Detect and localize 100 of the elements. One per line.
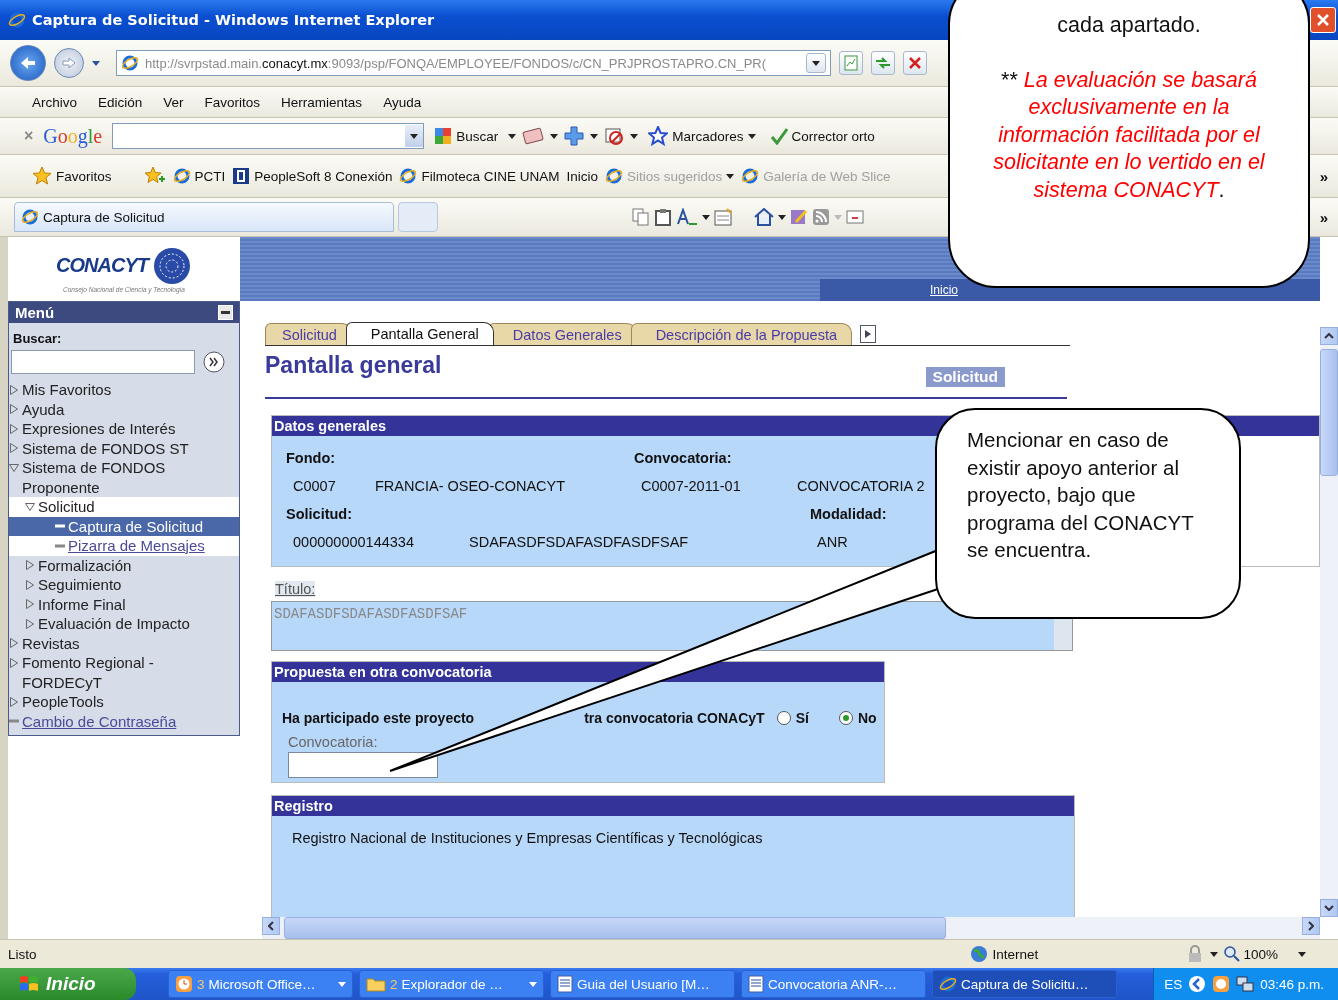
radio-button[interactable] bbox=[776, 711, 791, 725]
expand-arrow-icon[interactable] bbox=[9, 443, 19, 453]
page-tab[interactable]: Pantalla General bbox=[345, 322, 494, 345]
favorite-link[interactable]: PCTI bbox=[194, 168, 226, 184]
close-button[interactable] bbox=[1310, 7, 1336, 33]
note-icon[interactable] bbox=[714, 208, 732, 226]
expand-arrow-icon[interactable] bbox=[9, 384, 19, 395]
menu-bar-item[interactable]: Ver bbox=[163, 94, 184, 110]
taskbar-button[interactable]: Guia del Usuario [M… bbox=[550, 970, 735, 998]
menu-item[interactable]: Sistema de FONDOS Proponente bbox=[22, 458, 233, 497]
address-field[interactable]: http://svrpstad.main.conacyt.mx:9093/psp/FONQA/EMPLOYEE/FONDOS/c/CN_PRJPROSTAPRO.CN_PR( bbox=[116, 50, 831, 76]
expand-arrow-icon[interactable] bbox=[9, 657, 19, 668]
collapse-arrow-icon[interactable] bbox=[25, 501, 35, 512]
favorites-button[interactable]: Favoritos bbox=[28, 166, 116, 186]
expand-arrow-icon[interactable] bbox=[9, 696, 19, 707]
zoom-button[interactable]: 100% bbox=[1224, 946, 1306, 962]
expand-arrow-icon[interactable] bbox=[9, 423, 19, 434]
scroll-up-button[interactable] bbox=[1320, 327, 1338, 345]
question-text: Ha participado este proyecto bbox=[282, 710, 475, 726]
scroll-down-button[interactable] bbox=[1320, 899, 1338, 917]
expand-arrow-icon[interactable] bbox=[25, 599, 35, 609]
browser-tab[interactable]: Captura de Solicitud bbox=[14, 202, 394, 232]
menu-bar-item[interactable]: Herramientas bbox=[281, 94, 363, 110]
menu-item[interactable]: Mis Favoritos bbox=[22, 380, 112, 400]
edit-icon[interactable] bbox=[790, 208, 808, 226]
page-tab[interactable]: Descripción de la Propuesta bbox=[630, 323, 852, 345]
page-icon bbox=[172, 167, 191, 185]
menu-item[interactable]: Formalización bbox=[38, 555, 132, 575]
favorite-link[interactable]: PeopleSoft 8 Conexión bbox=[254, 168, 393, 184]
menu-bar-item[interactable]: Favoritos bbox=[204, 94, 261, 110]
radio-button[interactable] bbox=[838, 711, 853, 725]
collapse-arrow-icon[interactable] bbox=[9, 462, 19, 473]
mail-icon[interactable] bbox=[846, 210, 864, 224]
collapse-menu-button[interactable] bbox=[218, 305, 233, 320]
menu-bar-item[interactable]: Ayuda bbox=[383, 94, 422, 110]
search-button[interactable]: Buscar bbox=[430, 127, 503, 145]
reminder-icon[interactable] bbox=[1212, 975, 1231, 993]
call-input-field[interactable] bbox=[288, 752, 438, 778]
more-links-button[interactable]: » bbox=[1319, 167, 1328, 185]
dropdown-caret-icon bbox=[529, 981, 537, 987]
compatibility-button[interactable] bbox=[839, 51, 863, 75]
favorite-link[interactable]: Filmoteca CINE UNAM bbox=[421, 168, 560, 184]
menu-item[interactable]: Expresiones de Interés bbox=[22, 419, 176, 439]
tray-expand-icon[interactable] bbox=[1188, 975, 1207, 993]
spellcheck-button[interactable]: Corrector orto bbox=[765, 127, 879, 145]
taskbar-button[interactable]: Captura de Solicitu… bbox=[932, 970, 1117, 998]
blocked-icon[interactable] bbox=[604, 126, 625, 146]
horizontal-scrollbar[interactable] bbox=[262, 917, 1320, 939]
expand-arrow-icon[interactable] bbox=[25, 618, 35, 629]
plus-icon[interactable] bbox=[564, 126, 585, 146]
forward-button[interactable] bbox=[54, 48, 84, 78]
expand-arrow-icon[interactable] bbox=[9, 404, 19, 414]
card-icon[interactable] bbox=[522, 127, 545, 145]
menu-item[interactable]: Revistas bbox=[22, 633, 80, 653]
refresh-button[interactable] bbox=[871, 51, 895, 75]
search-go-button[interactable] bbox=[203, 351, 225, 373]
back-button[interactable] bbox=[10, 45, 46, 81]
menu-bar-item[interactable]: Edición bbox=[98, 94, 143, 110]
more-tools-button[interactable]: » bbox=[1319, 208, 1328, 226]
globe-logo-icon bbox=[151, 245, 192, 286]
clipboard-icon[interactable] bbox=[654, 208, 672, 226]
menu-item[interactable]: Fomento Regional - FORDECyT bbox=[22, 653, 233, 692]
address-dropdown-button[interactable] bbox=[806, 53, 826, 73]
stop-button[interactable] bbox=[903, 51, 927, 75]
taskbar-button[interactable]: 2 Explorador de … bbox=[359, 970, 544, 998]
browser-icon bbox=[8, 11, 26, 29]
expand-arrow-icon[interactable] bbox=[9, 638, 19, 648]
home-icon[interactable] bbox=[754, 208, 774, 226]
menu-item[interactable]: PeopleTools bbox=[22, 692, 104, 712]
scroll-right-button[interactable] bbox=[1302, 917, 1320, 935]
network-icon[interactable] bbox=[1236, 975, 1255, 993]
toolbar-search-field[interactable] bbox=[112, 123, 425, 149]
scroll-thumb[interactable] bbox=[1320, 349, 1338, 476]
scroll-thumb[interactable] bbox=[284, 917, 946, 939]
vertical-scrollbar[interactable] bbox=[1320, 327, 1338, 917]
add-favorite-icon[interactable] bbox=[143, 166, 166, 186]
left-icon bbox=[268, 921, 274, 931]
taskbar-button[interactable]: Convocatoria ANR-… bbox=[741, 970, 926, 998]
header-link[interactable]: Inicio bbox=[930, 283, 958, 297]
url-text: http://svrpstad.main.conacyt.mx:9093/psp/FONQA/EMPLOYEE/FONDOS/c/CN_PRJPROSTAPRO.CN_PR( bbox=[145, 55, 767, 71]
menu-item[interactable]: Seguimiento bbox=[38, 575, 122, 595]
field-value: C0007-2011-01 bbox=[641, 478, 742, 494]
expand-arrow-icon[interactable] bbox=[25, 579, 35, 590]
menu-item[interactable]: Informe Final bbox=[38, 594, 126, 614]
start-button[interactable]: Inicio bbox=[0, 968, 136, 1000]
menu-item[interactable]: Evaluación de Impacto bbox=[38, 614, 190, 634]
next-tab-button[interactable] bbox=[860, 325, 876, 343]
menu-item[interactable]: Sistema de FONDOS ST bbox=[22, 438, 189, 458]
scroll-left-button[interactable] bbox=[262, 917, 280, 935]
font-size-icon[interactable] bbox=[676, 208, 698, 226]
menu-bar-item[interactable]: Archivo bbox=[32, 94, 77, 110]
menu-item[interactable]: Ayuda bbox=[22, 399, 65, 419]
bookmarks-button[interactable]: Marcadores bbox=[644, 126, 760, 146]
menu-search-field[interactable] bbox=[11, 350, 195, 374]
menu-item[interactable]: Cambio de Contraseña bbox=[22, 711, 177, 731]
panel-title: Datos generales bbox=[274, 418, 387, 434]
taskbar-button[interactable]: 3 Microsoft Office… bbox=[168, 970, 353, 998]
favorite-link[interactable]: Inicio bbox=[566, 168, 598, 184]
feed-icon[interactable] bbox=[812, 208, 830, 226]
expand-arrow-icon[interactable] bbox=[25, 560, 35, 570]
